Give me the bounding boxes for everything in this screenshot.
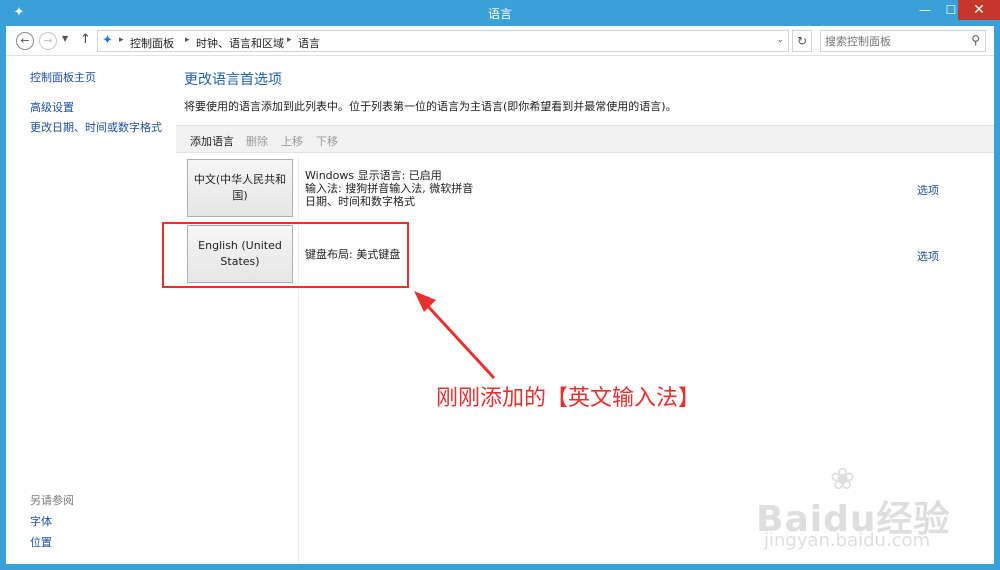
baidu-watermark: ❀ Baidu经验 jingyan.baidu.com [756,462,990,558]
watermark-url: jingyan.baidu.com [764,530,931,551]
annotation-text: 刚刚添加的【英文输入法】 [436,386,701,411]
